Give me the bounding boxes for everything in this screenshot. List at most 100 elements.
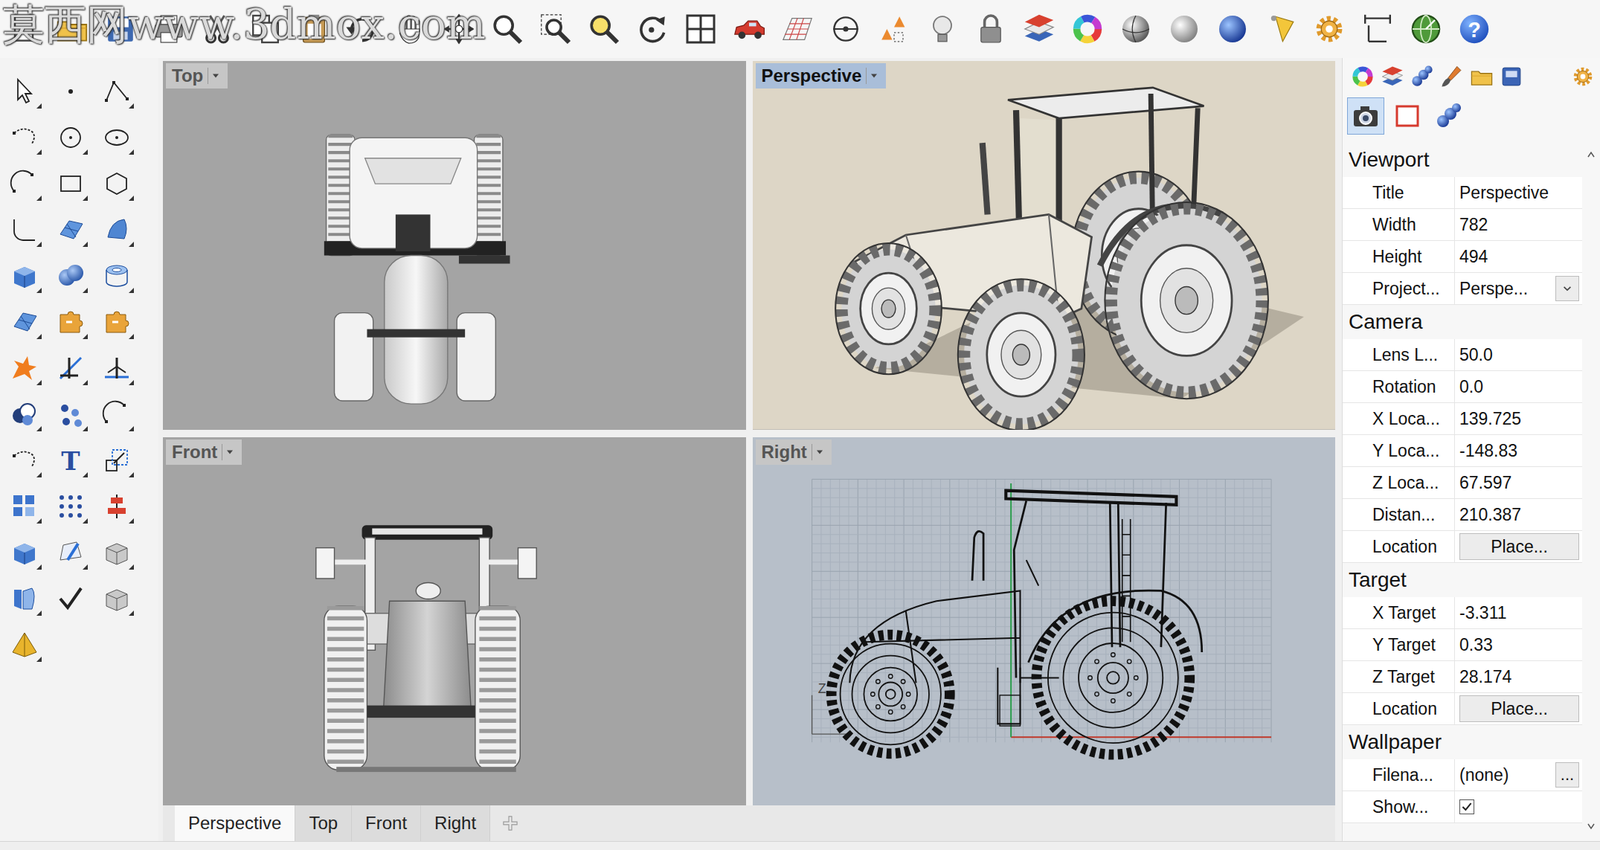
property-value[interactable]: (none)...: [1454, 759, 1583, 791]
hand-icon[interactable]: [392, 11, 429, 47]
viewport-menu-button[interactable]: [221, 444, 238, 461]
property-text[interactable]: 67.597: [1459, 473, 1580, 494]
viewport-menu-button[interactable]: [207, 67, 224, 85]
ellipse-tool[interactable]: [93, 114, 140, 161]
property-text[interactable]: 0.0: [1459, 377, 1580, 398]
undo-icon[interactable]: [344, 11, 381, 47]
text-tool[interactable]: T: [47, 437, 94, 484]
open-folder-icon[interactable]: [54, 11, 91, 47]
arc-tool[interactable]: [1, 160, 48, 207]
help-box-icon[interactable]: [1498, 63, 1525, 90]
dimension-icon[interactable]: [1359, 11, 1396, 47]
property-value[interactable]: Place...: [1454, 693, 1583, 725]
property-value[interactable]: [1454, 791, 1583, 823]
ribbon-tool[interactable]: [1, 575, 48, 622]
shaded-sphere-icon[interactable]: [1166, 11, 1203, 47]
viewport-title[interactable]: Perspective: [755, 63, 887, 89]
lock-icon[interactable]: [972, 11, 1009, 47]
viewport[interactable]: Top: [162, 60, 747, 430]
four-viewports-icon[interactable]: [682, 11, 719, 47]
materials-icon[interactable]: [1409, 63, 1435, 90]
property-text[interactable]: 494: [1459, 246, 1580, 268]
add-tab[interactable]: [490, 805, 531, 842]
mesh-tool[interactable]: [93, 529, 140, 576]
polygon-tool[interactable]: [93, 160, 140, 207]
layers-icon[interactable]: [1021, 11, 1057, 47]
viewport[interactable]: Front: [162, 437, 747, 807]
dropdown-value[interactable]: Perspe...: [1459, 278, 1553, 300]
point-tool[interactable]: [47, 68, 94, 115]
spotlight-icon[interactable]: [1263, 11, 1299, 47]
property-text[interactable]: 210.387: [1459, 505, 1580, 526]
wireframe-sphere-icon[interactable]: [1117, 11, 1154, 47]
show-checkbox[interactable]: [1459, 799, 1475, 815]
folder-icon[interactable]: [1469, 63, 1495, 90]
rotate-view-icon[interactable]: [634, 11, 671, 47]
light-bulb-icon[interactable]: [924, 11, 961, 47]
paste-icon[interactable]: [296, 11, 332, 47]
select-tool[interactable]: [1, 68, 48, 115]
edit-points-tool[interactable]: [47, 529, 94, 576]
viewport-tab[interactable]: Top: [295, 805, 352, 842]
browse-button[interactable]: ...: [1555, 762, 1580, 788]
join-tool[interactable]: [47, 299, 94, 346]
cylinder-tool[interactable]: [93, 252, 140, 300]
file-value[interactable]: (none): [1459, 765, 1553, 786]
help-icon[interactable]: ?: [1456, 11, 1493, 47]
color-wheel-icon[interactable]: [1350, 63, 1376, 90]
save-icon[interactable]: [102, 11, 139, 47]
surface-edit-tool[interactable]: [93, 206, 140, 253]
viewport-menu-button[interactable]: [865, 67, 882, 85]
property-value[interactable]: Perspe...: [1454, 272, 1583, 305]
rectangle-tool[interactable]: [47, 160, 94, 207]
property-text[interactable]: 782: [1459, 214, 1580, 236]
polyline-tool[interactable]: [93, 68, 140, 115]
place-button[interactable]: Place...: [1459, 695, 1580, 723]
align-tool[interactable]: [93, 483, 140, 530]
solid-tools-tool[interactable]: [1, 529, 48, 576]
panel-page-button[interactable]: [1347, 97, 1385, 135]
pan-icon[interactable]: [441, 11, 477, 47]
new-document-icon[interactable]: [5, 11, 42, 47]
panel-page-button[interactable]: [1430, 97, 1468, 135]
panel-page-button[interactable]: [1388, 97, 1426, 135]
zoom-window-icon[interactable]: [586, 11, 622, 47]
scroll-down-arrow-icon[interactable]: [1583, 818, 1599, 834]
pyramid-tool[interactable]: [1, 621, 48, 668]
cut-icon[interactable]: [199, 11, 236, 47]
viewport-title[interactable]: Top: [165, 63, 228, 89]
curve-from-object-tool[interactable]: [1, 437, 48, 484]
points-icon[interactable]: [876, 11, 912, 47]
scrollbar[interactable]: [1582, 142, 1600, 842]
point-cloud-tool[interactable]: [47, 391, 94, 438]
scale-tool[interactable]: [93, 437, 140, 484]
sphere-tool[interactable]: [47, 252, 94, 300]
gear-icon[interactable]: [1570, 63, 1596, 90]
property-text[interactable]: 50.0: [1459, 345, 1580, 366]
surface-from-curves-tool[interactable]: [1, 299, 48, 346]
viewport-tab[interactable]: Perspective: [174, 805, 296, 842]
boolean-tool[interactable]: [1, 391, 48, 438]
trim-tool[interactable]: [47, 345, 94, 392]
offset-tool[interactable]: [93, 391, 140, 438]
globe-icon[interactable]: [1408, 11, 1444, 47]
property-text[interactable]: 0.33: [1459, 635, 1580, 656]
property-text[interactable]: -148.83: [1459, 441, 1580, 462]
property-text[interactable]: -3.311: [1459, 603, 1580, 624]
surface-tool[interactable]: [47, 206, 94, 253]
car-icon[interactable]: [731, 11, 767, 47]
brush-icon[interactable]: [1439, 63, 1465, 90]
viewport-tab[interactable]: Right: [421, 805, 491, 842]
zoom-selected-icon[interactable]: [537, 11, 574, 47]
copy-icon[interactable]: [247, 11, 284, 47]
fillet-tool[interactable]: [1, 206, 48, 253]
color-wheel-icon[interactable]: [1069, 11, 1106, 47]
viewport-tab[interactable]: Front: [351, 805, 422, 842]
scroll-up-arrow-icon[interactable]: [1583, 147, 1599, 163]
dropdown-button[interactable]: [1555, 275, 1580, 302]
property-value[interactable]: Place...: [1454, 531, 1583, 563]
print-icon[interactable]: [150, 11, 187, 47]
zoom-icon[interactable]: [489, 11, 526, 47]
split-tool[interactable]: [93, 345, 140, 392]
layers-icon[interactable]: [1379, 63, 1406, 90]
